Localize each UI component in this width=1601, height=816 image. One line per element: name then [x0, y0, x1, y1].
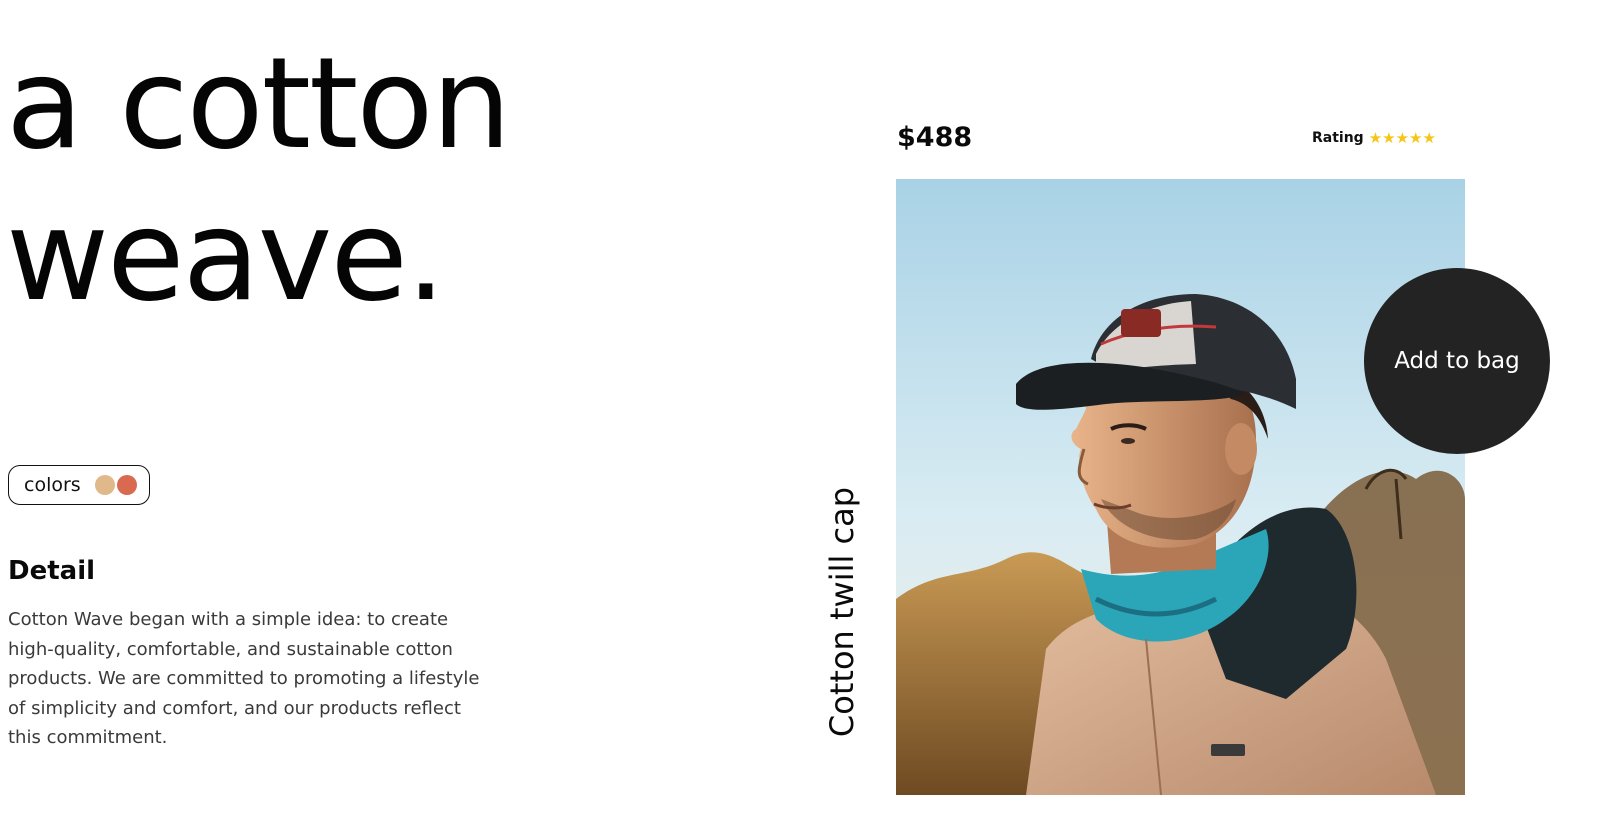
hero-headline: a cotton weave. — [6, 28, 511, 332]
product-rating: Rating ★★★★★ — [1312, 129, 1436, 147]
product-photo — [896, 179, 1465, 795]
product-photo-illustration — [896, 179, 1465, 795]
headline-line-2: weave. — [6, 182, 446, 329]
detail-description: Cotton Wave began with a simple idea: to… — [8, 609, 480, 748]
product-name: Cotton twill cap — [823, 486, 861, 738]
product-name-vertical: Cotton twill cap — [820, 476, 864, 748]
detail-heading: Detail — [8, 556, 96, 586]
product-price: $488 — [897, 122, 973, 153]
colors-selector[interactable]: colors — [8, 465, 150, 505]
headline-line-1: a cotton — [6, 30, 511, 177]
rating-stars-icon: ★★★★★ — [1368, 129, 1436, 147]
color-swatch-tan[interactable] — [94, 475, 115, 495]
rating-label: Rating — [1312, 130, 1364, 146]
color-swatch-terracotta[interactable] — [116, 475, 137, 495]
add-to-bag-button[interactable]: Add to bag — [1364, 268, 1550, 454]
colors-label: colors — [24, 474, 81, 496]
